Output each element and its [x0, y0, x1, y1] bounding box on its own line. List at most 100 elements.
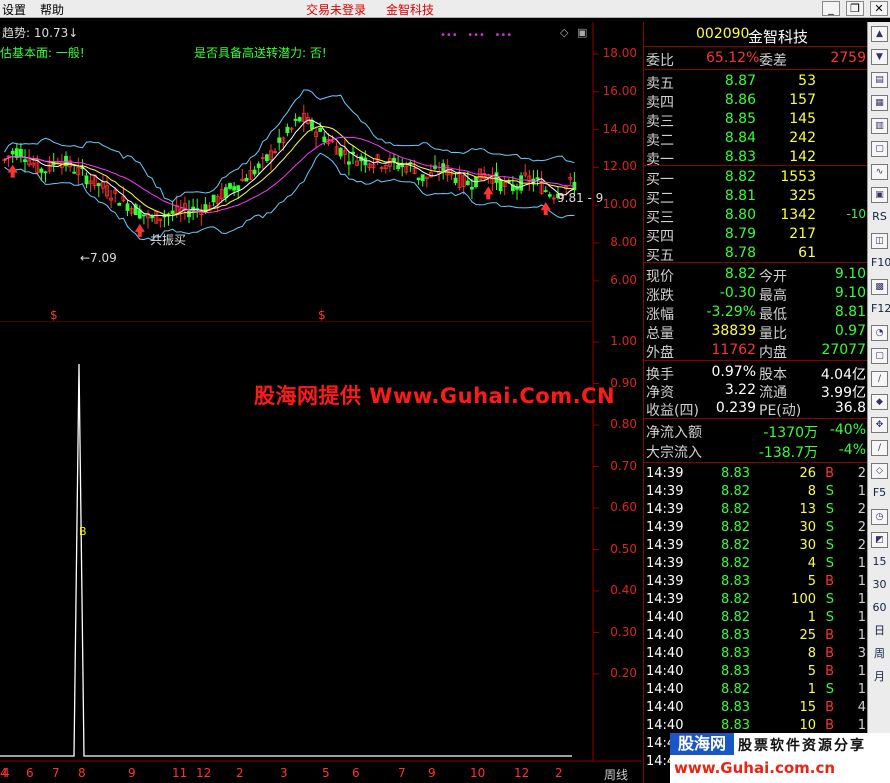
sell-level-row[interactable]: 卖五 8.87 53	[644, 72, 868, 92]
tick-row[interactable]: 14:40 8.82 1 S 1	[644, 609, 868, 627]
weicha-label: 委差	[759, 53, 787, 69]
stat-value: 8.82	[724, 266, 756, 282]
candle-body	[453, 177, 458, 183]
finance-value: 0.239	[715, 400, 756, 416]
sell-level-row[interactable]: 卖三 8.85 145	[644, 110, 868, 130]
buy-level-row[interactable]: 买一 8.82 1553	[644, 168, 868, 188]
candle-body	[338, 147, 343, 157]
tick-row[interactable]: 14:40 8.83 25 B 1	[644, 627, 868, 645]
tick-row[interactable]: 14:39 8.83 5 B 1	[644, 573, 868, 591]
kline-chart[interactable]: ←7.09 共振买 9.81 - 9 $ $	[0, 22, 642, 322]
toolbar-button[interactable]: ▦	[871, 95, 888, 111]
toolbar-button[interactable]: 日	[871, 624, 888, 640]
candle-body	[187, 210, 191, 218]
toolbar-button[interactable]: 月	[871, 670, 888, 686]
buy-level-row[interactable]: 买四 8.79 217	[644, 225, 868, 245]
toolbar-button[interactable]: ∕	[871, 371, 888, 387]
restore-icon[interactable]: ❐	[846, 1, 864, 16]
book-level-label: 买三	[646, 210, 674, 226]
tick-count: 4	[857, 700, 866, 715]
toolbar-button[interactable]: ◩	[871, 532, 888, 548]
menu-settings[interactable]: 设置	[2, 1, 26, 18]
toolbar-button[interactable]: ∿	[871, 164, 888, 180]
candle-body	[10, 150, 15, 155]
book-level-label: 卖一	[646, 152, 674, 168]
toolbar-button[interactable]: F5	[871, 486, 888, 502]
tick-count: 1	[857, 574, 866, 589]
flow-percent: -40%	[829, 422, 866, 438]
tick-side: S	[825, 484, 834, 499]
tick-row[interactable]: 14:39 8.82 30 S 2	[644, 519, 868, 537]
toolbar-button[interactable]: ✥	[871, 417, 888, 433]
tick-side: S	[825, 502, 834, 517]
toolbar-button[interactable]: ◇	[871, 463, 888, 479]
toolbar-button[interactable]: F10	[871, 256, 890, 272]
toolbar-button[interactable]: 周	[871, 647, 888, 663]
period-label[interactable]: 周线	[604, 766, 628, 783]
toolbar-button[interactable]: ▣	[871, 187, 888, 203]
tick-volume: 15	[799, 700, 816, 715]
toolbar-button[interactable]: 60	[871, 601, 888, 617]
toolbar-button[interactable]: ▲	[871, 26, 888, 42]
toolbar-button[interactable]: ∕	[871, 440, 888, 456]
candle-body	[441, 163, 446, 171]
toolbar-button[interactable]: ▼	[871, 49, 888, 65]
toolbar-button[interactable]: 30	[871, 578, 888, 594]
candle-body	[72, 171, 77, 174]
candle-body	[293, 118, 298, 121]
tick-side: S	[825, 592, 834, 607]
toolbar-button[interactable]: F12	[871, 302, 890, 318]
candle-body	[170, 210, 175, 214]
sell-level-row[interactable]: 卖二 8.84 242	[644, 129, 868, 149]
tick-time: 14:40	[646, 610, 684, 625]
sell-level-row[interactable]: 卖四 8.86 157	[644, 91, 868, 111]
toolbar-button[interactable]: ▢	[871, 348, 888, 364]
guhai-banner: 股海网 股票软件资源分享 www.Guhai.com.cn	[670, 733, 890, 783]
watermark: 股海网提供 Www.Guhai.Com.CN	[254, 384, 616, 408]
stat-value: 38839	[711, 323, 756, 339]
tick-time: 14:40	[646, 700, 684, 715]
stat-row: 涨跌 -0.30 最高 9.10	[644, 284, 868, 304]
tick-row[interactable]: 14:40 8.83 5 B 1	[644, 663, 868, 681]
indicator-tick-label: 0.50	[610, 541, 637, 556]
tick-volume: 8	[807, 484, 816, 499]
toolbar-button[interactable]: ▢	[871, 141, 888, 157]
toolbar-button[interactable]: RS	[871, 210, 888, 226]
minimize-icon[interactable]: _	[822, 1, 840, 16]
toolbar-button[interactable]: ◷	[871, 509, 888, 525]
toolbar-button[interactable]: ◔	[871, 325, 888, 341]
tick-side: B	[825, 718, 834, 733]
window-controls: _ ❐ ✕	[822, 1, 888, 17]
tick-side: B	[825, 628, 834, 643]
tick-row[interactable]: 14:39 8.82 8 S 1	[644, 483, 868, 501]
toolbar-button[interactable]: ▥	[871, 118, 888, 134]
buy-level-row[interactable]: 买三 8.80 1342 -10	[644, 206, 868, 226]
toolbar-button[interactable]: ▤	[871, 72, 888, 88]
tick-row[interactable]: 14:39 8.82 4 S 1	[644, 555, 868, 573]
finance-value: 0.97%	[711, 364, 756, 380]
tick-row[interactable]: 14:39 8.83 26 B 2	[644, 465, 868, 483]
date-tick-label: 7	[398, 766, 406, 780]
stat-row: 现价 8.82 今开 9.10	[644, 265, 868, 285]
tick-row[interactable]: 14:39 8.82 100 S 1	[644, 591, 868, 609]
toolbar-button[interactable]: ◫	[871, 233, 888, 249]
tick-row[interactable]: 14:40 8.83 8 B 3	[644, 645, 868, 663]
toolbar-button[interactable]: 15	[871, 555, 888, 571]
trade-login-status[interactable]: 交易未登录	[306, 1, 366, 18]
buy-level-row[interactable]: 买二 8.81 325	[644, 187, 868, 207]
close-icon[interactable]: ✕	[870, 1, 888, 16]
flow-percent: -4%	[838, 442, 866, 458]
tick-row[interactable]: 14:39 8.82 13 S 2	[644, 501, 868, 519]
price-tick-label: 12.00	[602, 159, 637, 174]
stat-label: 涨幅	[646, 307, 674, 323]
tick-row[interactable]: 14:39 8.82 30 S 2	[644, 537, 868, 555]
right-toolbar: ▲ ▼ ▤ ▦ ▥ ▢ ∿ ▣ RS ◫ F10 ▩ F12 ◔ ▢ ∕ ◆ ✥ ∕ ◇ F5 ◷ ◩ 15 30 60 日周月	[867, 22, 890, 783]
toolbar-button[interactable]: ◆	[871, 394, 888, 410]
menu-help[interactable]: 帮助	[40, 1, 64, 18]
tick-row[interactable]: 14:40 8.83 15 B 4	[644, 699, 868, 717]
buy-level-row[interactable]: 买五 8.78 61	[644, 244, 868, 264]
toolbar-button[interactable]: ▩	[871, 279, 888, 295]
price-tick-label: 8.00	[610, 235, 637, 249]
candle-body	[256, 163, 261, 168]
tick-row[interactable]: 14:40 8.82 1 S 1	[644, 681, 868, 699]
